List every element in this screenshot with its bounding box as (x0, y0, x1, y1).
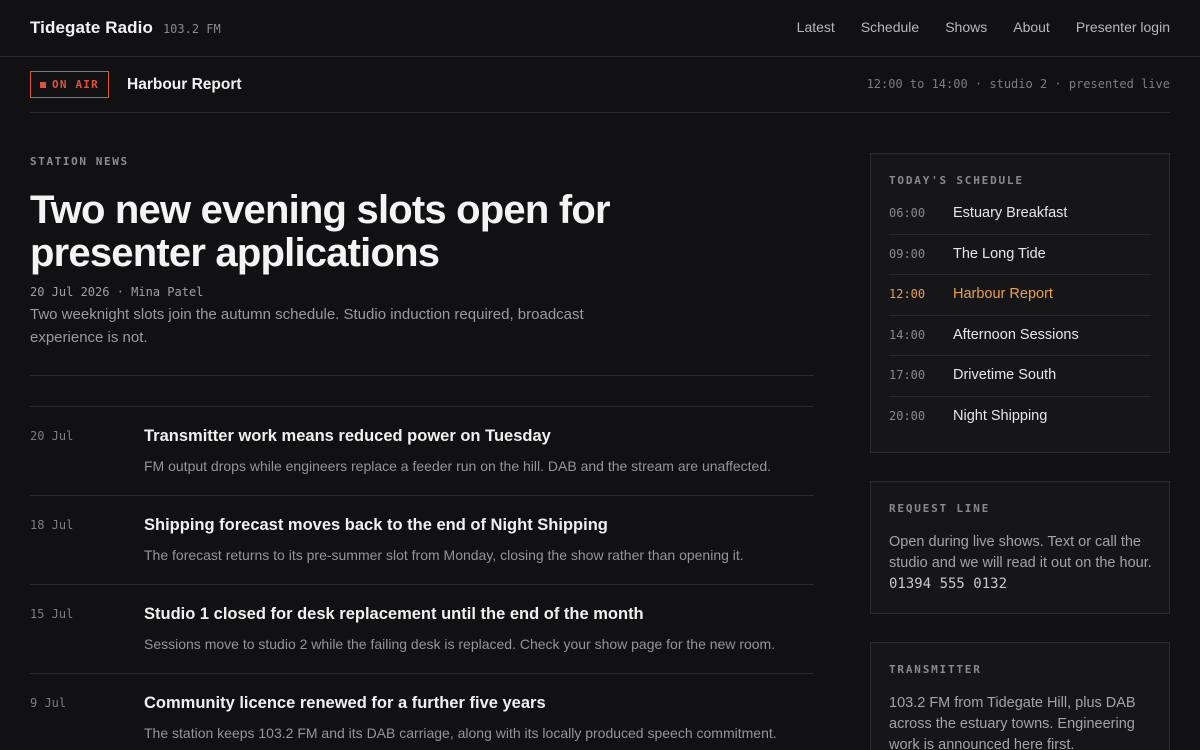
schedule-row[interactable]: 09:00 The Long Tide (889, 235, 1151, 275)
current-show-name[interactable]: Harbour Report (127, 76, 242, 94)
news-item[interactable]: 20 Jul Transmitter work means reduced po… (30, 407, 814, 496)
schedule-row[interactable]: 20:00 Night Shipping (889, 397, 1151, 438)
transmitter-title: TRANSMITTER (889, 663, 982, 676)
news-summary: The forecast returns to its pre-summer s… (144, 547, 744, 563)
schedule-list: 06:00 Estuary Breakfast 09:00 The Long T… (889, 194, 1151, 437)
news-summary: Sessions move to studio 2 while the fail… (144, 636, 776, 652)
feature-lede: Two weeknight slots join the autumn sche… (30, 306, 584, 346)
news-summary: FM output drops while engineers replace … (144, 458, 771, 474)
schedule-time: 20:00 (889, 408, 926, 423)
current-show-meta: 12:00 to 14:00 · studio 2 · presented li… (866, 77, 1170, 91)
nav-link-shows[interactable]: Shows (945, 19, 987, 35)
news-date: 20 Jul (30, 429, 74, 443)
schedule-show[interactable]: Estuary Breakfast (953, 205, 1067, 221)
on-air-strip: ON AIR Harbour Report 12:00 to 14:00 · s… (30, 57, 1170, 113)
brand[interactable]: Tidegate Radio 103.2 FM (30, 18, 221, 38)
live-dot-icon (40, 81, 46, 88)
nav-link-presenter-login[interactable]: Presenter login (1076, 19, 1170, 35)
schedule-time: 06:00 (889, 206, 926, 220)
news-title[interactable]: Studio 1 closed for desk replacement unt… (144, 605, 644, 624)
main-nav: Latest Schedule Shows About Presenter lo… (797, 19, 1170, 35)
news-date: 15 Jul (30, 607, 74, 621)
todays-schedule-card: TODAY'S SCHEDULE 06:00 Estuary Breakfast… (870, 153, 1170, 453)
news-title[interactable]: Transmitter work means reduced power on … (144, 427, 551, 446)
news-title[interactable]: Community licence renewed for a further … (144, 694, 546, 713)
top-bar: Tidegate Radio 103.2 FM Latest Schedule … (0, 0, 1200, 57)
schedule-time: 12:00 (889, 287, 926, 301)
request-line-card: REQUEST LINE Open during live shows. Tex… (870, 481, 1170, 614)
schedule-show[interactable]: Drivetime South (953, 367, 1056, 383)
schedule-row-current[interactable]: 12:00 Harbour Report (889, 275, 1151, 316)
request-line-title: REQUEST LINE (889, 502, 991, 515)
request-line-phone[interactable]: 01394 555 0132 (889, 576, 1007, 592)
schedule-time: 09:00 (889, 246, 926, 261)
schedule-row[interactable]: 06:00 Estuary Breakfast (889, 194, 1151, 235)
schedule-time: 17:00 (889, 368, 926, 382)
on-air-label: ON AIR (52, 78, 99, 91)
request-line-text: Open during live shows. Text or call the… (889, 534, 1152, 571)
schedule-show[interactable]: Harbour Report (953, 286, 1053, 302)
news-list: 20 Jul Transmitter work means reduced po… (30, 407, 814, 750)
divider (30, 375, 814, 376)
station-frequency: 103.2 FM (162, 22, 221, 36)
transmitter-card: TRANSMITTER 103.2 FM from Tidegate Hill,… (870, 642, 1170, 750)
news-date: 18 Jul (30, 518, 74, 532)
news-summary: The station keeps 103.2 FM and its DAB c… (144, 725, 777, 741)
news-item[interactable]: 9 Jul Community licence renewed for a fu… (30, 674, 814, 750)
schedule-row[interactable]: 17:00 Drivetime South (889, 356, 1151, 397)
news-date: 9 Jul (30, 696, 67, 710)
transmitter-text: 103.2 FM from Tidegate Hill, plus DAB ac… (889, 695, 1136, 750)
news-item[interactable]: 15 Jul Studio 1 closed for desk replacem… (30, 585, 814, 674)
news-title[interactable]: Shipping forecast moves back to the end … (144, 516, 608, 535)
section-kicker: STATION NEWS (30, 155, 129, 168)
feature-headline[interactable]: Two new evening slots open for presenter… (30, 189, 770, 275)
schedule-show[interactable]: Afternoon Sessions (953, 327, 1079, 343)
schedule-show[interactable]: Night Shipping (953, 408, 1047, 424)
nav-link-schedule[interactable]: Schedule (861, 19, 919, 35)
news-item[interactable]: 18 Jul Shipping forecast moves back to t… (30, 496, 814, 585)
on-air-badge: ON AIR (30, 71, 109, 98)
schedule-title: TODAY'S SCHEDULE (889, 174, 1024, 187)
nav-link-about[interactable]: About (1013, 19, 1050, 35)
schedule-time: 14:00 (889, 327, 926, 342)
schedule-show[interactable]: The Long Tide (953, 246, 1046, 262)
nav-link-latest[interactable]: Latest (797, 19, 835, 35)
station-name[interactable]: Tidegate Radio (30, 18, 153, 38)
feature-byline: 20 Jul 2026 · Mina Patel (30, 285, 204, 299)
schedule-row[interactable]: 14:00 Afternoon Sessions (889, 316, 1151, 356)
